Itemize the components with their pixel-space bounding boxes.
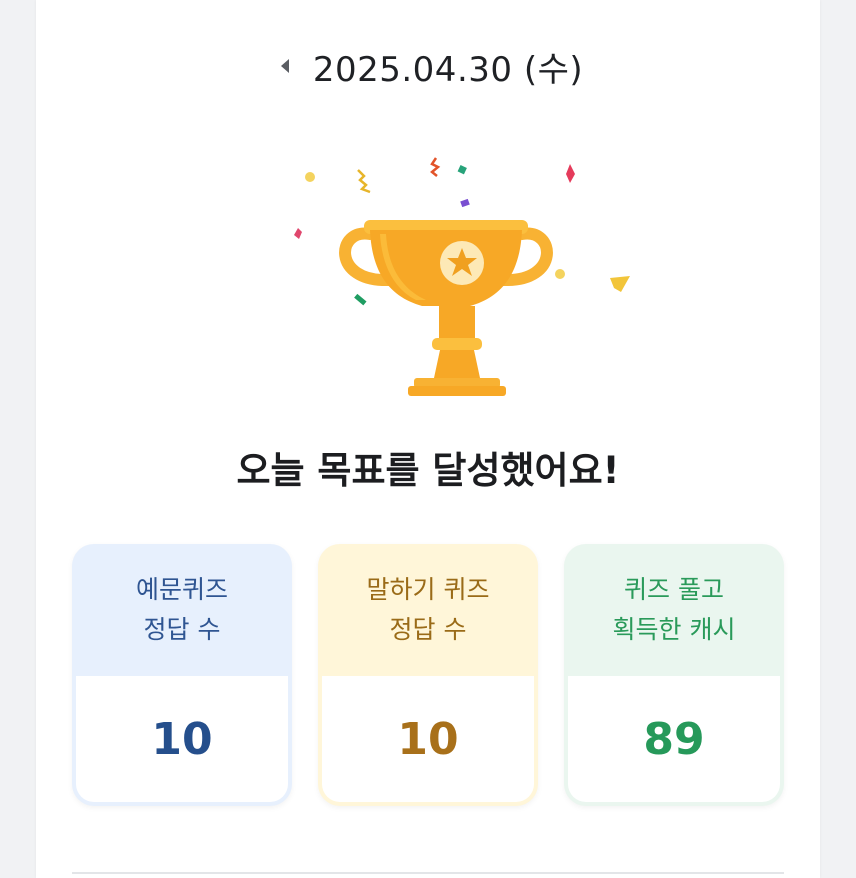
date-navigator: 2025.04.30 (수) [36,38,820,94]
goal-summary-card: 2025.04.30 (수) 오늘 목표를 달성했어요! 예문퀴즈 정답 수 1… [36,0,820,878]
trophy-illustration [236,140,636,410]
caret-left-icon [280,59,289,73]
stat-label-line2: 정답 수 [389,615,467,644]
trophy-icon [294,157,630,396]
stat-value: 10 [322,676,534,802]
stat-card-speaking-quiz: 말하기 퀴즈 정답 수 10 [318,544,538,806]
stat-label-line1: 예문퀴즈 [135,575,228,604]
goal-achieved-headline: 오늘 목표를 달성했어요! [236,449,620,492]
stat-label: 퀴즈 풀고 획득한 캐시 [564,544,784,676]
stat-label: 예문퀴즈 정답 수 [72,544,292,676]
stat-value: 89 [568,676,780,802]
stat-card-example-quiz: 예문퀴즈 정답 수 10 [72,544,292,806]
current-date: 2025.04.30 (수) [312,49,584,90]
stat-label-line2: 정답 수 [143,615,221,644]
stat-label-line1: 퀴즈 풀고 [624,575,724,604]
section-divider [72,872,784,874]
stat-card-earned-cash: 퀴즈 풀고 획득한 캐시 89 [564,544,784,806]
previous-date-button[interactable] [273,54,297,78]
stat-value: 10 [76,676,288,802]
stat-label-line2: 획득한 캐시 [612,615,736,644]
stat-label-line1: 말하기 퀴즈 [366,575,490,604]
stat-label: 말하기 퀴즈 정답 수 [318,544,538,676]
